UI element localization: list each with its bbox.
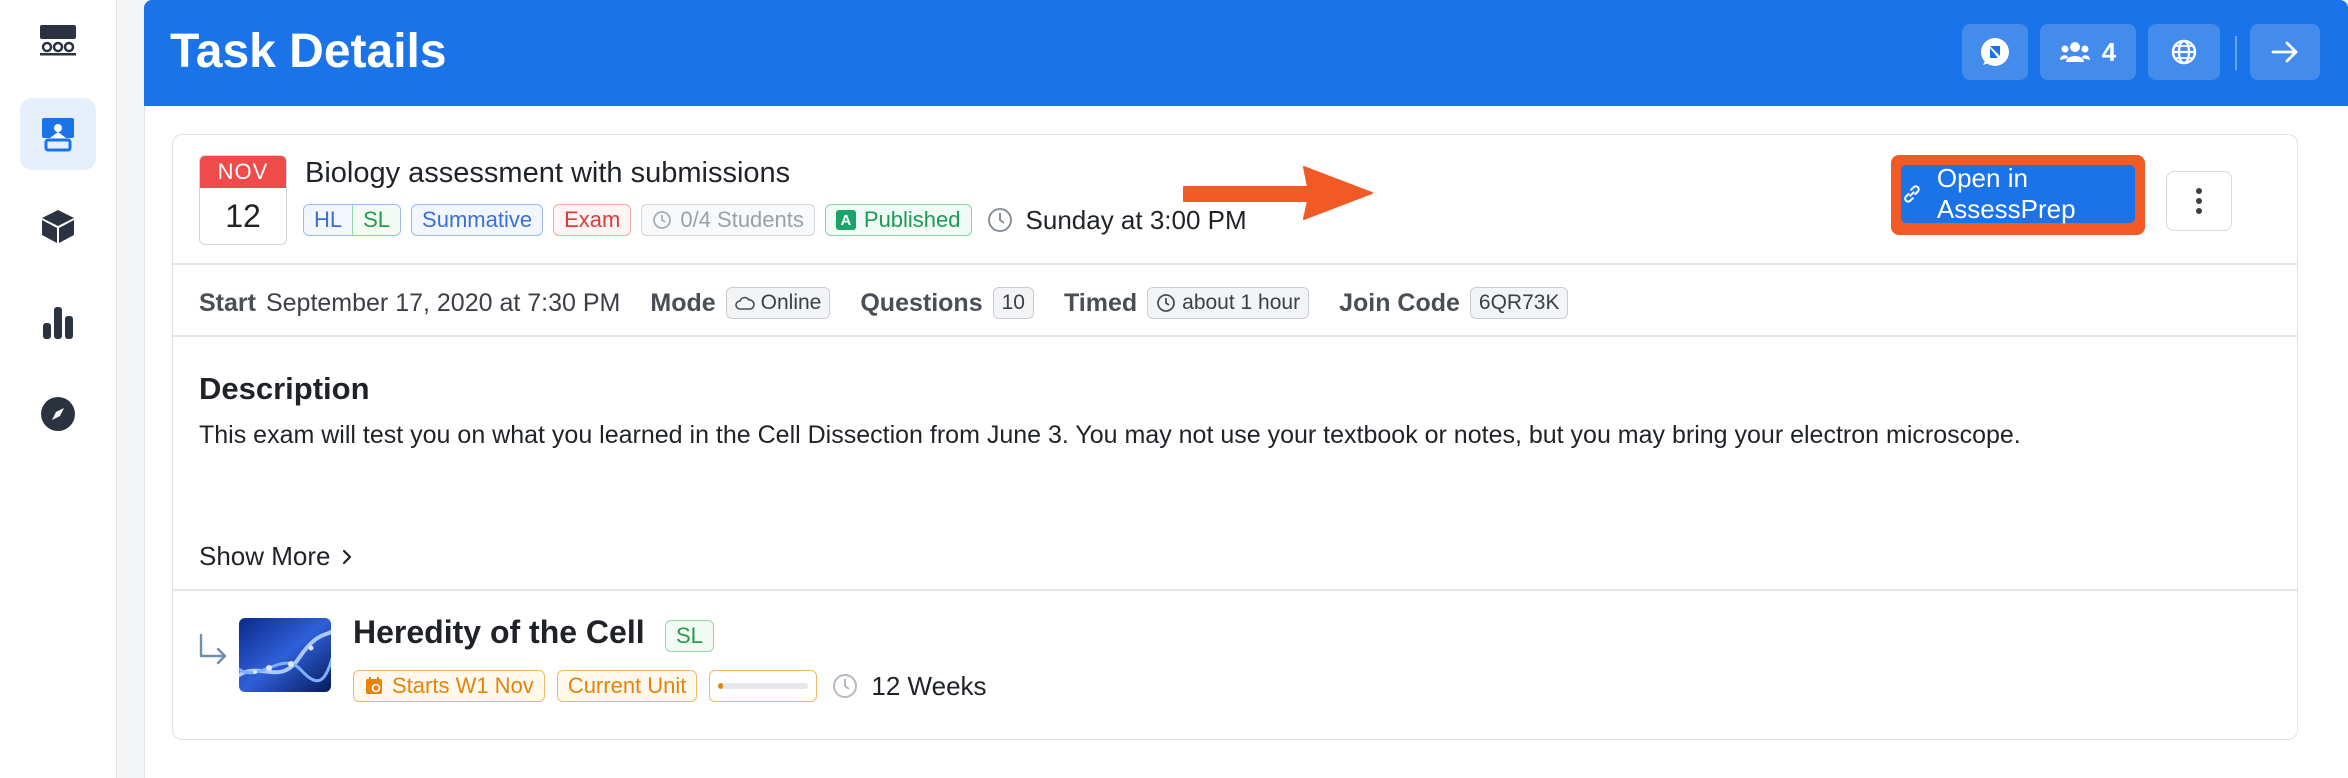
compass-icon bbox=[41, 397, 75, 431]
students-count: 0/4 Students bbox=[680, 207, 804, 232]
unit-title[interactable]: Heredity of the Cell bbox=[353, 614, 645, 651]
date-day: 12 bbox=[225, 197, 261, 234]
task-title[interactable]: Biology assessment with submissions bbox=[305, 157, 790, 190]
callout-arrow-icon bbox=[1183, 166, 1373, 220]
timed-label: Timed bbox=[1063, 288, 1138, 317]
sidebar-item-library[interactable] bbox=[20, 190, 96, 262]
task-meta: Start September 17, 2020 at 7:30 PM Mode… bbox=[199, 283, 1598, 323]
kebab-menu-icon bbox=[2196, 188, 2202, 214]
mode-value: Online bbox=[760, 291, 822, 314]
open-in-assessprep-button[interactable]: Open in AssessPrep bbox=[1901, 163, 2135, 224]
arrow-right-icon bbox=[2271, 41, 2298, 63]
sidebar-item-explore[interactable] bbox=[20, 378, 96, 450]
unit-start-tag: Starts W1 Nov bbox=[353, 670, 545, 702]
unit-duration-text: 12 Weeks bbox=[871, 670, 987, 701]
panel-content: NOV 12 Biology assessment with submissio… bbox=[144, 106, 2348, 778]
link-icon bbox=[1904, 185, 1920, 203]
timed-value: about 1 hour bbox=[1182, 291, 1301, 314]
cloud-icon bbox=[734, 296, 755, 310]
clock-icon bbox=[1157, 294, 1176, 312]
main-panel: Task Details 4 NOV 12 Biology assessment… bbox=[144, 0, 2348, 778]
classroom-icon bbox=[40, 25, 76, 56]
unit-tags: Starts W1 Nov Current Unit 12 Weeks bbox=[353, 670, 987, 702]
date-badge: NOV 12 bbox=[199, 155, 287, 245]
progress-track bbox=[718, 683, 809, 689]
open-button-label: Open in AssessPrep bbox=[1936, 163, 2076, 224]
level-sl: SL bbox=[352, 205, 401, 235]
join-code-label: Join Code bbox=[1339, 288, 1460, 317]
dna-image-icon bbox=[239, 618, 331, 692]
more-options-button[interactable] bbox=[2166, 171, 2232, 231]
sidebar-item-teaching[interactable] bbox=[20, 98, 96, 170]
date-month: NOV bbox=[200, 156, 286, 188]
teacher-presentation-icon bbox=[42, 118, 74, 152]
members-button[interactable]: 4 bbox=[2040, 24, 2136, 80]
cube-icon bbox=[42, 210, 74, 243]
published-icon: A bbox=[835, 210, 856, 230]
status-text: Published bbox=[863, 207, 961, 232]
questions-label: Questions bbox=[860, 288, 983, 317]
members-count: 4 bbox=[2101, 36, 2117, 67]
clock-icon bbox=[653, 211, 672, 229]
chevron-right-icon bbox=[342, 549, 351, 564]
subdirectory-arrow-icon bbox=[199, 633, 227, 665]
unit-start-text: Starts W1 Nov bbox=[392, 673, 534, 698]
questions-value: 10 bbox=[992, 287, 1034, 319]
progress-fill bbox=[718, 683, 723, 689]
globe-icon bbox=[2171, 39, 2197, 65]
sidebar-item-reports[interactable] bbox=[20, 286, 96, 358]
level-hl: HL bbox=[304, 205, 353, 235]
unit-thumbnail bbox=[239, 618, 331, 692]
current-unit-tag: Current Unit bbox=[556, 670, 698, 702]
divider bbox=[173, 263, 2297, 265]
show-more-link[interactable]: Show More bbox=[199, 541, 353, 572]
timed-pill: about 1 hour bbox=[1147, 287, 1310, 319]
level-tag: HL SL bbox=[303, 204, 402, 236]
chat-button[interactable] bbox=[1962, 24, 2028, 80]
clock-icon bbox=[987, 208, 1012, 232]
users-icon bbox=[2059, 42, 2090, 62]
header-divider bbox=[2235, 36, 2237, 70]
calendar-icon bbox=[366, 677, 382, 694]
page-title: Task Details bbox=[170, 25, 447, 78]
unit-level-tag: SL bbox=[665, 620, 714, 652]
close-panel-button[interactable] bbox=[2250, 24, 2320, 80]
start-label: Start bbox=[199, 288, 256, 317]
join-code-value[interactable]: 6QR73K bbox=[1469, 287, 1569, 319]
start-value: September 17, 2020 at 7:30 PM bbox=[265, 288, 621, 317]
sidebar bbox=[0, 0, 117, 778]
language-button[interactable] bbox=[2148, 24, 2220, 80]
status-badge: A Published bbox=[824, 204, 972, 236]
task-tags: HL SL Summative Exam 0/4 Students A Publ… bbox=[303, 203, 1247, 237]
category-tag: Exam bbox=[553, 204, 632, 236]
mode-label: Mode bbox=[650, 288, 716, 317]
mode-pill: Online bbox=[725, 287, 831, 319]
bar-chart-icon bbox=[43, 307, 73, 339]
students-tag[interactable]: 0/4 Students bbox=[641, 204, 815, 236]
divider bbox=[173, 335, 2297, 337]
unit-progress bbox=[709, 670, 818, 702]
description-heading: Description bbox=[199, 371, 370, 406]
chat-icon bbox=[1981, 38, 2009, 66]
assessment-type-tag: Summative bbox=[411, 204, 544, 236]
panel-header: Task Details 4 bbox=[144, 0, 2348, 106]
unit-duration: 12 Weeks bbox=[831, 670, 987, 702]
description-text: This exam will test you on what you lear… bbox=[199, 421, 2021, 449]
linked-unit[interactable]: Heredity of the Cell SL Starts W1 Nov Cu… bbox=[173, 590, 2297, 738]
sidebar-item-classes[interactable] bbox=[20, 4, 96, 76]
show-more-label: Show More bbox=[199, 541, 331, 571]
clock-icon bbox=[833, 674, 858, 698]
task-card: NOV 12 Biology assessment with submissio… bbox=[172, 134, 2298, 740]
